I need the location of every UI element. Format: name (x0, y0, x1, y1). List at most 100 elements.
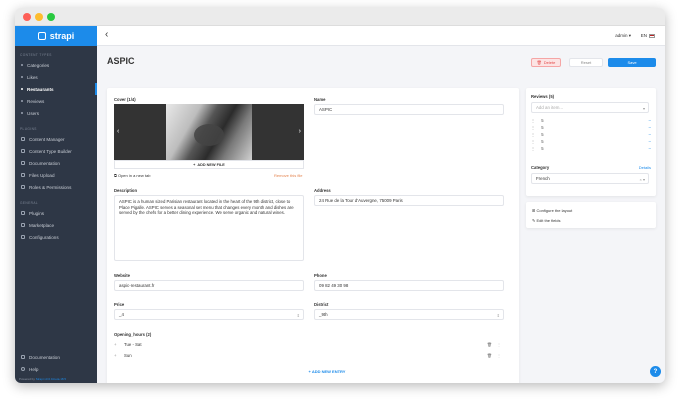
sidebar-item-configurations[interactable]: Configurations (15, 231, 97, 243)
opening-hours-entry[interactable]: + Sun 🗑 ⋮ (114, 350, 504, 360)
trash-icon[interactable]: 🗑 (487, 353, 492, 358)
sidebar-item-plugins[interactable]: Plugins (15, 207, 97, 219)
price-select[interactable]: _4 ⇕ (114, 309, 304, 320)
review-item[interactable]: ⋮ 5 – (531, 139, 651, 144)
sidebar-item-help[interactable]: Help (15, 363, 97, 375)
maximize-window-button[interactable] (47, 13, 55, 21)
back-arrow-icon[interactable]: ‹ (105, 29, 108, 40)
address-label: Address (314, 188, 331, 193)
user-menu[interactable]: admin ▾ (615, 33, 631, 39)
help-icon (21, 367, 25, 371)
bullet-icon (21, 100, 23, 102)
sidebar-item-files-upload[interactable]: Files Upload (15, 169, 97, 181)
sidebar-item-label: Categories (27, 62, 50, 68)
sidebar-item-docs-bottom[interactable]: Documentation (15, 351, 97, 363)
brand-logo[interactable]: strapi (15, 26, 97, 46)
book-icon (21, 355, 25, 359)
category-select[interactable]: French × ▾ (531, 173, 649, 184)
reviews-label: Reviews (5) (531, 94, 555, 99)
review-item[interactable]: ⋮ 5 – (531, 118, 651, 123)
previous-image-icon[interactable]: ‹ (117, 128, 119, 135)
district-select[interactable]: _9th ⇕ (314, 309, 504, 320)
sidebar-item-label: Content Type Builder (29, 148, 72, 154)
select-arrows-icon: ⇕ (296, 313, 300, 318)
category-details-link[interactable]: Details (639, 165, 651, 170)
edit-fields-link[interactable]: ✎ Edit the fields (532, 218, 560, 223)
cover-photo-detail (194, 124, 224, 146)
website-input[interactable]: aspic-restaurant.fr (114, 280, 304, 291)
phone-input[interactable]: 09 82 49 30 98 (314, 280, 504, 291)
strapi-version-link[interactable]: Strapi v3.0.0-beta.18.5 (36, 377, 66, 381)
minimize-window-button[interactable] (35, 13, 43, 21)
expand-icon[interactable]: + (114, 353, 118, 358)
sidebar-item-label: Configurations (29, 234, 59, 240)
review-item[interactable]: ⋮ 5 – (531, 146, 651, 151)
remove-file-link[interactable]: Remove this file (274, 173, 302, 178)
remove-icon[interactable]: – (649, 146, 651, 151)
edit-fields-label: Edit the fields (536, 218, 561, 223)
delete-label: Delete (543, 60, 556, 65)
topbar: ‹ admin ▾ EN (97, 26, 665, 46)
drag-handle-icon: ⋮ (531, 139, 536, 144)
reset-button[interactable]: Reset (569, 58, 603, 67)
close-window-button[interactable] (23, 13, 31, 21)
edit-form-card: Cover (1/4) ‹ › + ADD NEW FILE ⧉ Open in … (107, 88, 519, 383)
remove-icon[interactable]: – (649, 125, 651, 130)
drag-handle-icon: ⋮ (531, 132, 536, 137)
puzzle-icon (21, 211, 25, 215)
review-item[interactable]: ⋮ 5 – (531, 125, 651, 130)
configure-layout-link[interactable]: ⊞ Configure the layout (532, 208, 572, 213)
remove-icon[interactable]: – (649, 132, 651, 137)
expand-icon[interactable]: + (114, 342, 118, 347)
reviews-search-select[interactable]: Add an item... ▾ (531, 102, 649, 113)
add-entry-label: ADD NEW ENTRY (311, 369, 346, 374)
next-image-icon[interactable]: › (299, 128, 301, 135)
price-value: _4 (119, 312, 124, 317)
sidebar-item-likes[interactable]: Likes (15, 71, 97, 83)
page-title: ASPIC (107, 56, 135, 66)
add-entry-button[interactable]: + ADD NEW ENTRY (257, 369, 397, 374)
sidebar-item-label: Documentation (29, 354, 60, 360)
sidebar-item-roles-permissions[interactable]: Roles & Permissions (15, 181, 97, 193)
category-value: French (536, 176, 550, 181)
add-file-button[interactable]: + ADD NEW FILE (114, 160, 304, 169)
review-value: 5 (541, 132, 544, 137)
phone-label: Phone (314, 273, 327, 278)
drag-handle-icon[interactable]: ⋮ (497, 353, 501, 358)
layout-links-card: ⊞ Configure the layout ✎ Edit the fields (526, 202, 656, 228)
description-textarea[interactable]: ASPIC is a human sized Parisian restaura… (114, 195, 304, 261)
general-list: Plugins Marketplace Configurations (15, 207, 97, 243)
sidebar-item-documentation[interactable]: Documentation (15, 157, 97, 169)
sidebar-item-content-manager[interactable]: Content Manager (15, 133, 97, 145)
name-input[interactable]: ASPIC (314, 104, 504, 115)
entry-label: Sun (124, 352, 132, 358)
review-item[interactable]: ⋮ 5 – (531, 132, 651, 137)
remove-icon[interactable]: – (649, 139, 651, 144)
open-new-tab-link[interactable]: ⧉ Open in a new tab (114, 173, 150, 178)
price-label: Price (114, 302, 125, 307)
remove-icon[interactable]: – (649, 118, 651, 123)
clear-chevron-icon: × ▾ (639, 177, 645, 182)
sidebar-item-restaurants[interactable]: Restaurants (15, 83, 97, 95)
drag-handle-icon[interactable]: ⋮ (497, 342, 501, 347)
sidebar-item-content-type-builder[interactable]: Content Type Builder (15, 145, 97, 157)
sidebar-item-users[interactable]: Users (15, 107, 97, 119)
opening-hours-entry[interactable]: + Tue - Sat 🗑 ⋮ (114, 339, 504, 349)
save-button[interactable]: Save (608, 58, 656, 67)
address-input[interactable]: 24 Rue de la Tour d'Auvergne, 75009 Pari… (314, 195, 504, 206)
language-selector[interactable]: EN (641, 33, 655, 38)
website-label: Website (114, 273, 130, 278)
gear-icon (21, 235, 25, 239)
delete-button[interactable]: 🗑 Delete (531, 58, 561, 67)
sidebar-item-categories[interactable]: Categories (15, 59, 97, 71)
drag-handle-icon: ⋮ (531, 125, 536, 130)
us-flag-icon (649, 33, 655, 38)
trash-icon[interactable]: 🗑 (487, 342, 492, 347)
category-label: Category (531, 165, 550, 170)
app-window: strapi CONTENT TYPES Categories Likes Re… (15, 8, 665, 383)
sidebar-item-reviews[interactable]: Reviews (15, 95, 97, 107)
bullet-icon (21, 76, 23, 78)
content-manager-icon (21, 137, 25, 141)
sidebar-item-marketplace[interactable]: Marketplace (15, 219, 97, 231)
help-button[interactable]: ? (650, 366, 661, 377)
